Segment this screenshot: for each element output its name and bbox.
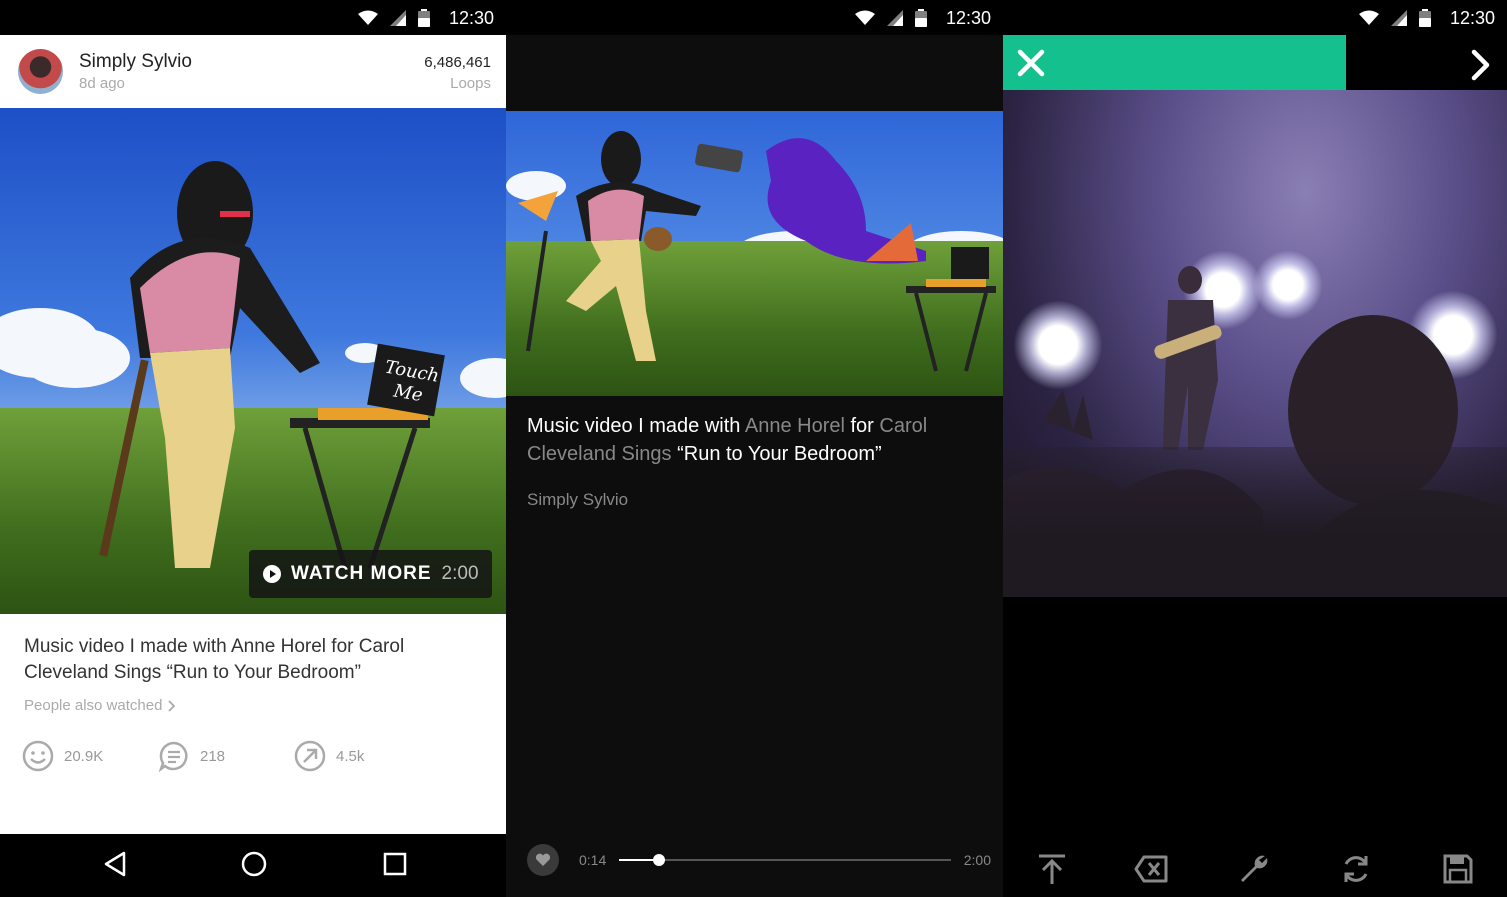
status-bar: 12:30 xyxy=(0,0,506,35)
total-time: 2:00 xyxy=(963,852,991,868)
comment-icon xyxy=(158,741,188,772)
loops-label: Loops xyxy=(450,75,491,92)
cell-signal-icon xyxy=(887,10,903,26)
watch-more-duration: 2:00 xyxy=(441,563,479,584)
seek-bar[interactable] xyxy=(619,854,951,866)
player-author[interactable]: Simply Sylvio xyxy=(527,490,628,510)
delete-icon[interactable] xyxy=(1134,852,1168,886)
chevron-right-icon[interactable] xyxy=(1469,48,1493,82)
loops-count: 6,486,461 xyxy=(424,54,491,71)
save-icon[interactable] xyxy=(1441,852,1475,886)
close-icon[interactable] xyxy=(1015,47,1047,79)
watch-more-label: WATCH MORE xyxy=(291,563,432,584)
post-caption: Music video I made with Anne Horel for C… xyxy=(24,636,405,683)
seek-bar-handle[interactable] xyxy=(652,854,665,866)
video-thumbnail[interactable]: Touch Me WATCH MORE 2:00 xyxy=(0,108,506,614)
status-time: 12:30 xyxy=(945,8,991,28)
smile-icon xyxy=(22,740,54,772)
refresh-icon[interactable] xyxy=(1339,852,1373,886)
camera-preview[interactable] xyxy=(1003,90,1507,597)
revine-button[interactable]: 4.5k xyxy=(294,740,364,772)
home-icon[interactable] xyxy=(240,850,268,878)
video-frame-illustration xyxy=(518,131,996,372)
wifi-icon xyxy=(855,10,875,25)
like-button[interactable] xyxy=(527,844,559,876)
feed-screen: 12:30 Simply Sylvio 8d ago 6,486,461 Loo… xyxy=(0,0,506,897)
status-time: 12:30 xyxy=(448,8,494,28)
watch-more-button[interactable]: WATCH MORE 2:00 xyxy=(249,550,492,598)
player-screen: 12:30 Music video I made with Anne Horel… xyxy=(506,0,1003,897)
wifi-icon xyxy=(358,10,378,25)
play-icon xyxy=(263,565,281,583)
caption-text: Music video I made with xyxy=(527,415,745,437)
upload-icon[interactable] xyxy=(1035,852,1069,886)
navigation-bar xyxy=(0,834,506,897)
author-name[interactable]: Simply Sylvio xyxy=(79,51,192,73)
heart-icon xyxy=(535,853,551,866)
people-also-watched-label: People also watched xyxy=(24,697,163,714)
wrench-icon[interactable] xyxy=(1237,852,1271,886)
comment-button[interactable]: 218 xyxy=(158,740,225,772)
likes-count: 20.9K xyxy=(64,747,104,765)
player-top-area xyxy=(506,35,1003,111)
recorder-screen: 12:30 xyxy=(1003,0,1507,897)
wifi-icon xyxy=(1359,10,1379,25)
performer-illustration xyxy=(99,161,445,569)
player-caption: Music video I made with Anne Horel for C… xyxy=(527,412,967,468)
chevron-right-icon xyxy=(168,699,176,712)
playback-controls: 0:14 2:00 xyxy=(506,840,1003,880)
caption-text: “Run to Your Bedroom” xyxy=(671,443,882,465)
comments-count: 218 xyxy=(200,747,226,765)
current-time: 0:14 xyxy=(579,852,607,868)
mention-anne-horel[interactable]: Anne Horel xyxy=(745,415,845,437)
back-icon[interactable] xyxy=(102,850,128,878)
post-age: 8d ago xyxy=(79,75,125,92)
battery-icon xyxy=(418,9,430,27)
avatar[interactable] xyxy=(18,49,63,94)
battery-icon xyxy=(915,9,927,27)
status-time: 12:30 xyxy=(1449,8,1495,28)
revine-icon xyxy=(294,740,326,772)
video-player[interactable] xyxy=(506,111,1003,396)
post-stats: 20.9K 218 4.5k xyxy=(22,740,506,776)
recorder-toolbar xyxy=(1003,848,1507,892)
status-bar: 12:30 xyxy=(506,0,1003,35)
revines-count: 4.5k xyxy=(336,747,365,765)
cell-signal-icon xyxy=(390,10,406,26)
battery-icon xyxy=(1419,9,1431,27)
cell-signal-icon xyxy=(1391,10,1407,26)
like-button[interactable]: 20.9K xyxy=(22,740,103,772)
recents-icon[interactable] xyxy=(382,850,408,878)
people-also-watched-link[interactable]: People also watched xyxy=(24,697,176,714)
recording-progress-bar xyxy=(1003,35,1346,90)
status-bar: 12:30 xyxy=(1003,0,1507,35)
caption-text: for xyxy=(844,415,880,437)
post-header: Simply Sylvio 8d ago 6,486,461 Loops xyxy=(0,35,506,108)
